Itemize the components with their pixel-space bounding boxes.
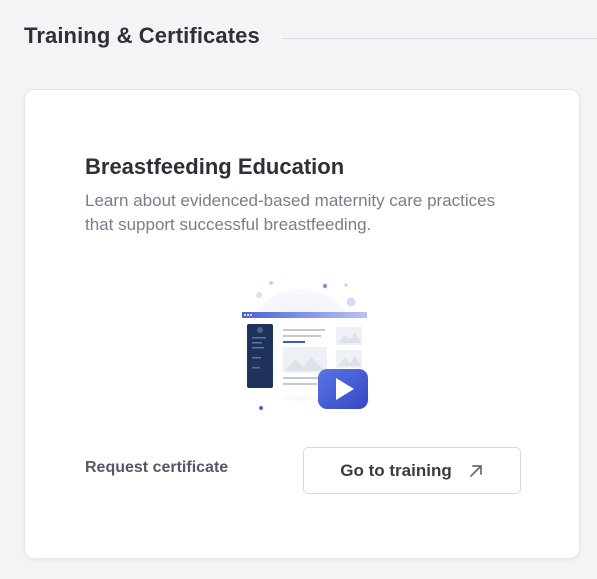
video-training-illustration: [215, 275, 385, 415]
card-title: Breastfeeding Education: [85, 154, 345, 179]
go-to-training-label: Go to training: [340, 460, 452, 480]
external-arrow-icon: [468, 463, 484, 479]
card-description: Learn about evidenced-based maternity ca…: [85, 191, 496, 234]
section-divider: [281, 37, 597, 39]
section-title: Training & Certificates: [24, 23, 260, 48]
section-header: Training & Certificates: [24, 20, 597, 52]
go-to-training-button[interactable]: Go to training: [303, 447, 521, 494]
training-card: Breastfeeding Education Learn about evid…: [24, 89, 580, 559]
request-certificate-link[interactable]: Request certificate: [85, 459, 228, 477]
